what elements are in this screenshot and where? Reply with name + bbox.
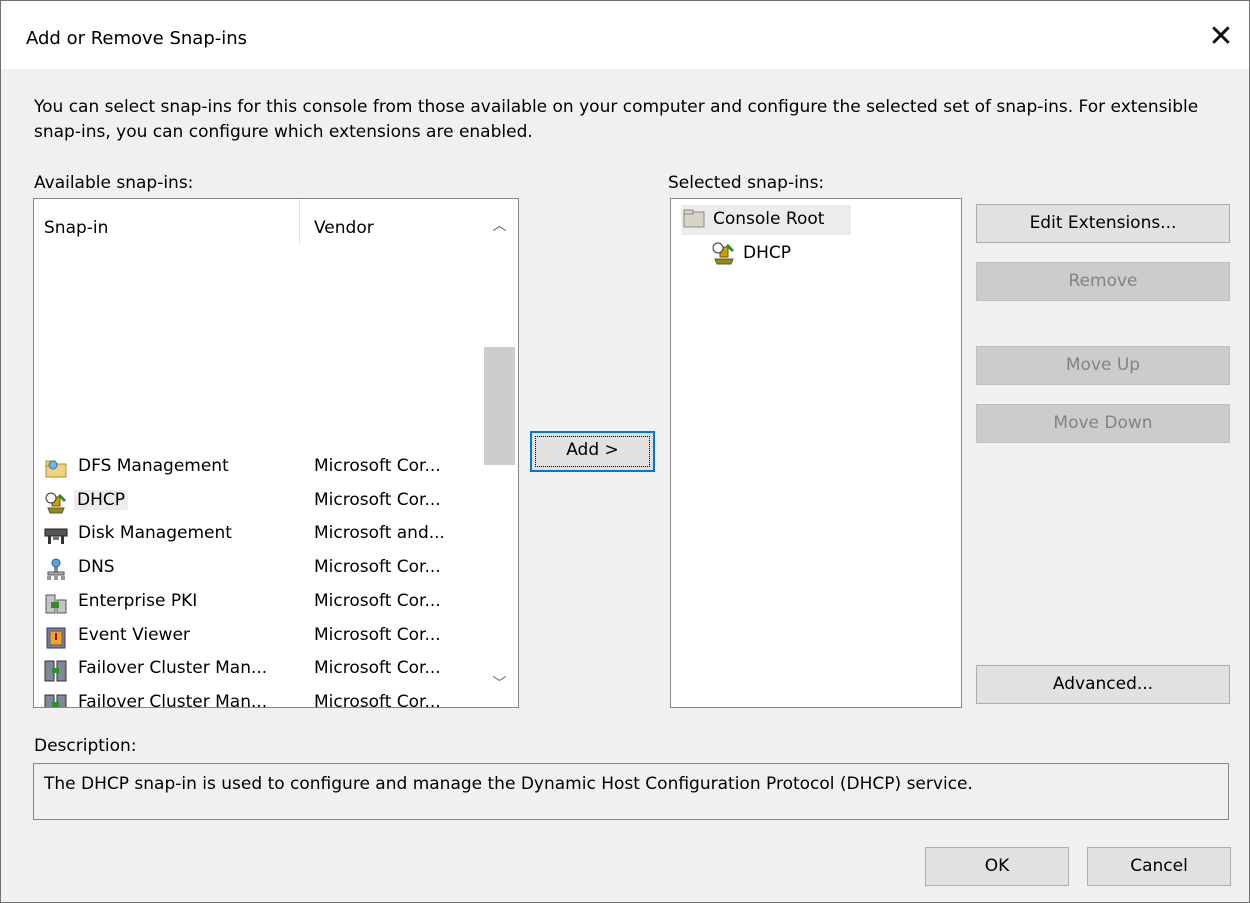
snapins-dialog: Add or Remove Snap-ins ✕ You can select … (0, 0, 1250, 903)
list-item[interactable]: DFS Management Microsoft Cor... (34, 452, 484, 485)
move-up-button[interactable]: Move Up (976, 346, 1230, 385)
snapin-name: Failover Cluster Man... (78, 658, 268, 679)
snapin-vendor: Microsoft Cor... (314, 691, 441, 708)
list-item[interactable]: Disk Management Microsoft and... (34, 519, 484, 552)
close-icon[interactable]: ✕ (1203, 19, 1239, 55)
tree-node-label: Console Root (713, 209, 825, 229)
dhcp-icon (44, 491, 67, 514)
pki-icon (44, 592, 67, 614)
snapin-name: Enterprise PKI (78, 590, 198, 611)
cluster-icon (44, 693, 67, 707)
selected-snapins-label: Selected snap-ins: (668, 173, 825, 193)
focus-rect (535, 436, 650, 467)
folder-icon (683, 209, 705, 228)
snapin-vendor: Microsoft Cor... (314, 489, 441, 510)
ok-button[interactable]: OK (925, 847, 1069, 886)
intro-text: You can select snap-ins for this console… (34, 97, 1199, 142)
snapin-name: DHCP (74, 489, 128, 510)
cluster-icon (44, 659, 67, 682)
available-snapins-label: Available snap-ins: (34, 173, 194, 193)
column-divider[interactable] (299, 199, 300, 245)
description-box: The DHCP snap-in is used to configure an… (33, 763, 1229, 820)
list-item[interactable]: DNS Microsoft Cor... (34, 553, 484, 586)
tree-node-dhcp[interactable]: DHCP (711, 241, 831, 271)
available-snapins-list[interactable]: Snap-in Vendor DFS Management Microsoft C… (33, 198, 519, 708)
dns-icon (44, 558, 66, 581)
scrollbar-thumb[interactable] (484, 347, 515, 465)
snapin-name: DFS Management (78, 456, 229, 476)
column-header-snapin[interactable]: Snap-in (44, 199, 109, 255)
cancel-button[interactable]: Cancel (1087, 847, 1231, 886)
dialog-title: Add or Remove Snap-ins (26, 28, 248, 49)
advanced-button[interactable]: Advanced... (976, 665, 1230, 704)
snapin-vendor: Microsoft Cor... (314, 557, 441, 578)
selected-snapins-tree[interactable]: Console Root DHCP (670, 198, 962, 708)
dfs-icon (44, 457, 67, 479)
add-button[interactable]: Add > (530, 431, 655, 472)
list-item[interactable]: Event Viewer Microsoft Cor... (34, 621, 484, 654)
scroll-down-icon[interactable]: ﹀ (484, 669, 515, 699)
snapin-name: DNS (78, 557, 115, 578)
snapin-vendor: Microsoft Cor... (314, 624, 441, 645)
scroll-up-icon[interactable]: ︿ (484, 211, 515, 241)
edit-extensions-button[interactable]: Edit Extensions... (976, 204, 1230, 243)
event-viewer-icon (44, 626, 66, 648)
snapin-name: Disk Management (78, 523, 232, 544)
list-item[interactable]: Enterprise PKI Microsoft Cor... (34, 587, 484, 620)
description-text: The DHCP snap-in is used to configure an… (44, 774, 973, 794)
column-header-vendor[interactable]: Vendor (314, 199, 374, 255)
snapin-name: Failover Cluster Man... (78, 691, 268, 708)
description-label: Description: (34, 736, 137, 756)
dhcp-icon (712, 242, 735, 265)
list-item[interactable]: Failover Cluster Man... Microsoft Cor... (34, 654, 484, 687)
snapin-vendor: Microsoft Cor... (314, 658, 441, 679)
tree-node-label: DHCP (743, 243, 791, 263)
snapin-name: Event Viewer (78, 624, 190, 645)
snapin-vendor: Microsoft Cor... (314, 456, 441, 476)
list-item[interactable]: DHCP Microsoft Cor... (34, 486, 484, 519)
list-item[interactable]: Failover Cluster Man... Microsoft Cor... (34, 688, 484, 708)
snapin-vendor: Microsoft and... (314, 523, 445, 544)
tree-node-console-root[interactable]: Console Root (681, 205, 851, 235)
move-down-button[interactable]: Move Down (976, 404, 1230, 443)
disk-icon (44, 524, 68, 546)
remove-button[interactable]: Remove (976, 262, 1230, 301)
snapin-vendor: Microsoft Cor... (314, 590, 441, 611)
vertical-scrollbar[interactable]: ︿ ﹀ (484, 199, 518, 707)
title-bar: Add or Remove Snap-ins ✕ (1, 1, 1249, 69)
